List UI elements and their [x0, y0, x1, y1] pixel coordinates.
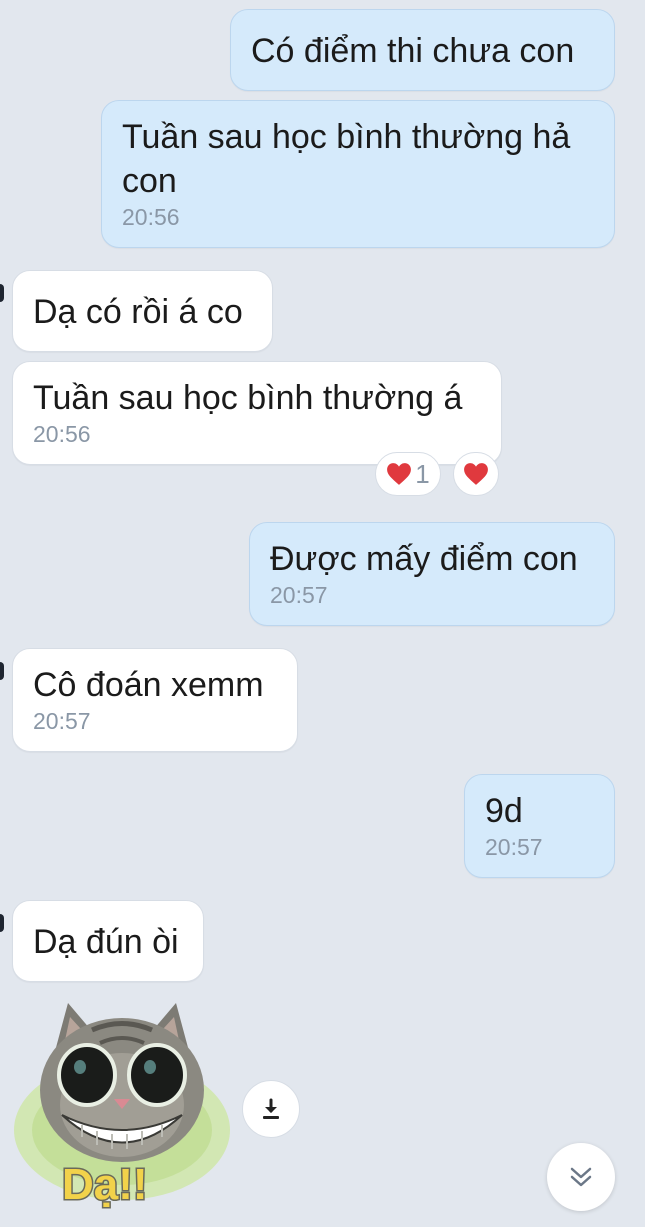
- edge-indicator: [0, 914, 4, 932]
- cat-sticker[interactable]: Dạ!!: [12, 995, 234, 1220]
- edge-indicator: [0, 284, 4, 302]
- edge-indicator: [0, 662, 4, 680]
- message-time: 20:57: [33, 708, 91, 734]
- message-text: Có điểm thi chưa con: [251, 32, 575, 70]
- message-text: Tuần sau học bình thường á: [33, 379, 463, 417]
- heart-icon: [464, 463, 488, 485]
- scroll-to-bottom-button[interactable]: [547, 1143, 615, 1211]
- message-text: Được mấy điểm con: [270, 540, 578, 578]
- download-icon: [263, 1098, 279, 1119]
- message-time: 20:56: [33, 421, 91, 447]
- sticker-caption: Dạ!!: [62, 1160, 148, 1209]
- message-text: Tuần sau học bình thường hả con: [122, 118, 571, 200]
- message-text: Dạ có rồi á co: [33, 293, 243, 331]
- chat-thread: Có điểm thi chưa con Tuần sau học bình t…: [0, 0, 645, 1227]
- add-reaction-button[interactable]: [453, 452, 499, 496]
- message-bubble-outgoing[interactable]: Được mấy điểm con 20:57: [249, 522, 615, 626]
- message-text: Cô đoán xemm: [33, 666, 264, 704]
- message-text: Dạ đún òi: [33, 923, 179, 961]
- reaction-count: 1: [415, 458, 430, 489]
- message-bubble-incoming[interactable]: Cô đoán xemm 20:57: [12, 648, 298, 752]
- message-time: 20:56: [122, 204, 180, 230]
- message-text: 9d: [485, 792, 523, 830]
- download-button[interactable]: [242, 1080, 300, 1138]
- message-bubble-outgoing[interactable]: Có điểm thi chưa con: [230, 9, 615, 91]
- message-time: 20:57: [270, 582, 328, 608]
- message-bubble-incoming[interactable]: Tuần sau học bình thường á 20:56: [12, 361, 502, 465]
- message-bubble-incoming[interactable]: Dạ có rồi á co: [12, 270, 273, 352]
- heart-icon: [387, 463, 412, 485]
- message-time: 20:57: [485, 834, 543, 860]
- chevron-double-down-icon: [570, 1167, 592, 1187]
- message-bubble-outgoing[interactable]: 9d 20:57: [464, 774, 615, 878]
- message-bubble-incoming[interactable]: Dạ đún òi: [12, 900, 204, 982]
- message-bubble-outgoing[interactable]: Tuần sau học bình thường hả con 20:56: [101, 100, 615, 248]
- reaction-count-pill[interactable]: 1: [375, 452, 441, 496]
